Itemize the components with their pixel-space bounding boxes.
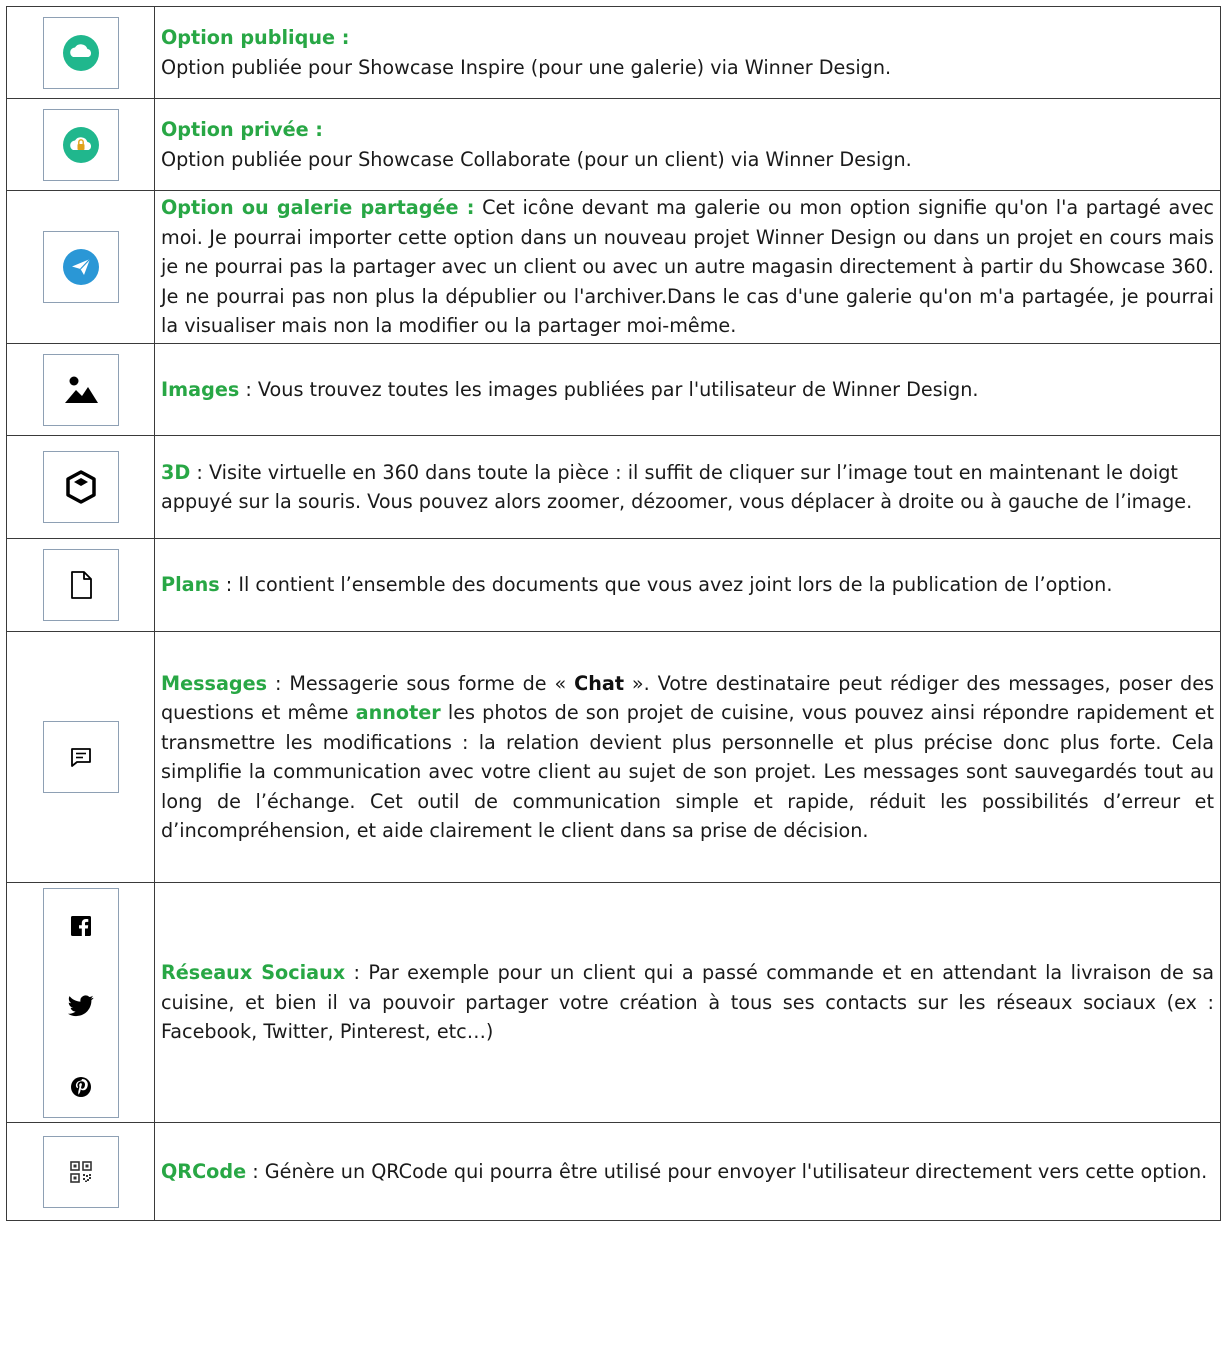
icon-cell xyxy=(6,631,155,883)
row-description: : Il contient l’ensemble des documents q… xyxy=(219,573,1113,597)
annoter-keyword: annoter xyxy=(355,701,441,724)
row-description: : Vous trouvez toutes les images publiée… xyxy=(239,377,979,401)
message-icon xyxy=(42,721,119,793)
image-icon xyxy=(42,353,119,426)
text-cell: Messages : Messagerie sous forme de « Ch… xyxy=(154,631,1221,883)
row-title: Option publique : xyxy=(161,26,350,49)
social-icons-box xyxy=(42,887,119,1118)
text-cell: Images : Vous trouvez toutes les images … xyxy=(154,343,1221,436)
table-row: QRCode : Génère un QRCode qui pourra êtr… xyxy=(6,1122,1221,1221)
icon-cell xyxy=(6,190,155,344)
table-row: Réseaux Sociaux : Par exemple pour un cl… xyxy=(6,882,1221,1123)
cube-icon xyxy=(42,451,119,523)
row-description: : Génère un QRCode qui pourra être utili… xyxy=(246,1159,1208,1183)
table-row: Option privée : Option publiée pour Show… xyxy=(6,98,1221,191)
table-row: Option ou galerie partagée : Cet icône d… xyxy=(6,190,1221,344)
row-description: : Visite virtuelle en 360 dans toute la … xyxy=(161,460,1193,514)
send-icon xyxy=(42,231,119,303)
document-icon xyxy=(42,549,119,621)
text-cell: Réseaux Sociaux : Par exemple pour un cl… xyxy=(154,882,1221,1123)
pinterest-icon xyxy=(70,1076,91,1097)
text-cell: QRCode : Génère un QRCode qui pourra êtr… xyxy=(154,1122,1221,1221)
row-description: : Messagerie sous forme de « xyxy=(267,671,575,695)
table-row: Option publique : Option publiée pour Sh… xyxy=(6,6,1221,99)
icon-cell xyxy=(6,538,155,632)
row-title: QRCode xyxy=(161,1159,247,1183)
table-row: Images : Vous trouvez toutes les images … xyxy=(6,343,1221,436)
table-row: Messages : Messagerie sous forme de « Ch… xyxy=(6,631,1221,883)
text-cell: Option publique : Option publiée pour Sh… xyxy=(154,6,1221,99)
icon-cell xyxy=(6,882,155,1123)
icon-cell xyxy=(6,6,155,99)
text-cell: 3D : Visite virtuelle en 360 dans toute … xyxy=(154,435,1221,539)
icon-cell xyxy=(6,435,155,539)
text-cell: Option ou galerie partagée : Cet icône d… xyxy=(154,190,1221,344)
row-title: Option privée : xyxy=(161,118,323,141)
cloud-lock-icon xyxy=(42,108,119,181)
row-title: Messages xyxy=(161,671,268,695)
cloud-icon xyxy=(42,16,119,89)
row-title: 3D xyxy=(161,460,191,484)
chat-keyword: Chat xyxy=(574,671,625,695)
text-cell: Plans : Il contient l’ensemble des docum… xyxy=(154,538,1221,632)
text-cell: Option privée : Option publiée pour Show… xyxy=(154,98,1221,191)
table-row: Plans : Il contient l’ensemble des docum… xyxy=(6,538,1221,632)
twitter-icon xyxy=(67,994,94,1016)
row-description: Option publiée pour Showcase Collaborate… xyxy=(161,147,912,171)
icon-cell xyxy=(6,98,155,191)
row-title: Réseaux Sociaux xyxy=(161,961,346,985)
row-title: Plans xyxy=(161,573,220,597)
qrcode-icon xyxy=(42,1135,119,1208)
table-row: 3D : Visite virtuelle en 360 dans toute … xyxy=(6,435,1221,539)
icon-cell xyxy=(6,343,155,436)
row-title: Option ou galerie partagée : xyxy=(161,196,475,220)
icon-cell xyxy=(6,1122,155,1221)
facebook-icon xyxy=(70,915,91,937)
row-description: Option publiée pour Showcase Inspire (po… xyxy=(161,55,892,79)
row-title: Images xyxy=(161,377,240,401)
legend-table: Option publique : Option publiée pour Sh… xyxy=(6,6,1221,1221)
